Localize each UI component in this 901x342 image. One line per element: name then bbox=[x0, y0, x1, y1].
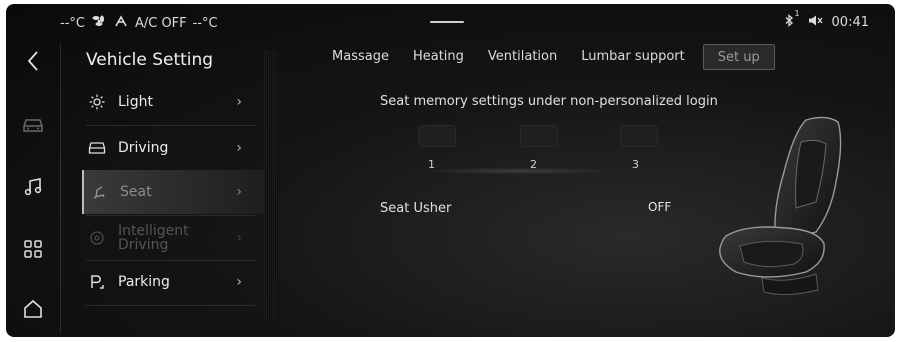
rail-divider bbox=[60, 44, 61, 334]
fan-icon bbox=[91, 14, 107, 32]
menu-item-label: Light bbox=[118, 94, 153, 110]
memory-slot-1[interactable] bbox=[418, 125, 456, 147]
status-bar: --°C A/C OFF --°C 1 00:41 bbox=[6, 4, 895, 34]
mute-icon bbox=[808, 14, 824, 31]
chevron-right-icon: › bbox=[236, 140, 242, 156]
sun-icon bbox=[88, 93, 106, 111]
memory-heading: Seat memory settings under non-personali… bbox=[380, 94, 718, 109]
memory-slot-label: 2 bbox=[530, 158, 537, 171]
tab-ventilation[interactable]: Ventilation bbox=[476, 44, 569, 70]
car-icon bbox=[23, 119, 43, 132]
home-icon bbox=[24, 299, 42, 318]
car-icon bbox=[88, 139, 106, 157]
menu-item-driving[interactable]: Driving › bbox=[82, 126, 278, 170]
menu-item-label: Seat bbox=[120, 184, 152, 200]
memory-slot-3[interactable] bbox=[620, 125, 658, 147]
menu-item-label: Driving bbox=[118, 140, 169, 156]
memory-slot-2[interactable] bbox=[520, 125, 558, 147]
menu-item-label: Intelligent Driving bbox=[118, 223, 189, 253]
chevron-right-icon: › bbox=[236, 274, 242, 290]
bluetooth-badge: 1 bbox=[794, 9, 800, 18]
right-temperature: --°C bbox=[192, 15, 218, 31]
system-status: 1 00:41 bbox=[784, 9, 869, 31]
panel-divider bbox=[264, 50, 278, 320]
seat-usher-label: Seat Usher bbox=[380, 201, 452, 216]
ac-status-text: A/C OFF bbox=[134, 15, 187, 31]
divider bbox=[86, 305, 256, 306]
panel-title: Vehicle Setting bbox=[86, 50, 214, 70]
head-unit-display: --°C A/C OFF --°C 1 00:41 Vehicle Settin… bbox=[6, 4, 895, 337]
seat-illustration bbox=[719, 116, 842, 296]
climate-status[interactable]: --°C A/C OFF --°C bbox=[60, 14, 218, 32]
menu-item-parking[interactable]: Parking › bbox=[82, 260, 278, 304]
seat-icon bbox=[90, 183, 108, 201]
chevron-right-icon: › bbox=[236, 184, 242, 200]
back-button[interactable] bbox=[20, 48, 46, 74]
music-button[interactable] bbox=[20, 174, 46, 200]
tab-set-up[interactable]: Set up bbox=[702, 44, 775, 70]
chevron-right-icon: › bbox=[236, 230, 242, 246]
music-icon bbox=[24, 178, 42, 196]
apps-icon bbox=[24, 240, 42, 258]
notification-handle[interactable] bbox=[430, 21, 464, 23]
home-button[interactable] bbox=[20, 296, 46, 322]
settings-panel: Vehicle Setting Light › Driving › Seat › bbox=[62, 34, 278, 337]
tab-lumbar-support[interactable]: Lumbar support bbox=[569, 44, 697, 70]
menu-item-light[interactable]: Light › bbox=[82, 80, 278, 124]
vehicle-button[interactable] bbox=[20, 112, 46, 138]
left-temperature: --°C bbox=[60, 15, 85, 31]
memory-slot-label: 1 bbox=[428, 158, 435, 171]
target-icon bbox=[88, 229, 106, 247]
menu-item-label: Parking bbox=[118, 274, 170, 290]
parking-icon bbox=[88, 273, 106, 291]
tab-heating[interactable]: Heating bbox=[401, 44, 476, 70]
memory-slot-label: 3 bbox=[632, 158, 639, 171]
apps-button[interactable] bbox=[20, 236, 46, 262]
menu-item-intelligent-driving[interactable]: Intelligent Driving › bbox=[82, 216, 278, 260]
back-icon bbox=[27, 51, 38, 71]
clock: 00:41 bbox=[831, 15, 869, 30]
ac-icon bbox=[113, 14, 129, 32]
tab-bar: Massage Heating Ventilation Lumbar suppo… bbox=[332, 44, 775, 70]
bluetooth-icon: 1 bbox=[784, 9, 800, 31]
tab-massage[interactable]: Massage bbox=[332, 44, 401, 70]
menu-item-seat[interactable]: Seat › bbox=[82, 170, 278, 214]
screen: --°C A/C OFF --°C 1 00:41 Vehicle Settin… bbox=[0, 0, 901, 342]
chevron-right-icon: › bbox=[236, 94, 242, 110]
slot-glow bbox=[404, 167, 634, 175]
seat-usher-toggle[interactable]: OFF bbox=[648, 200, 671, 214]
